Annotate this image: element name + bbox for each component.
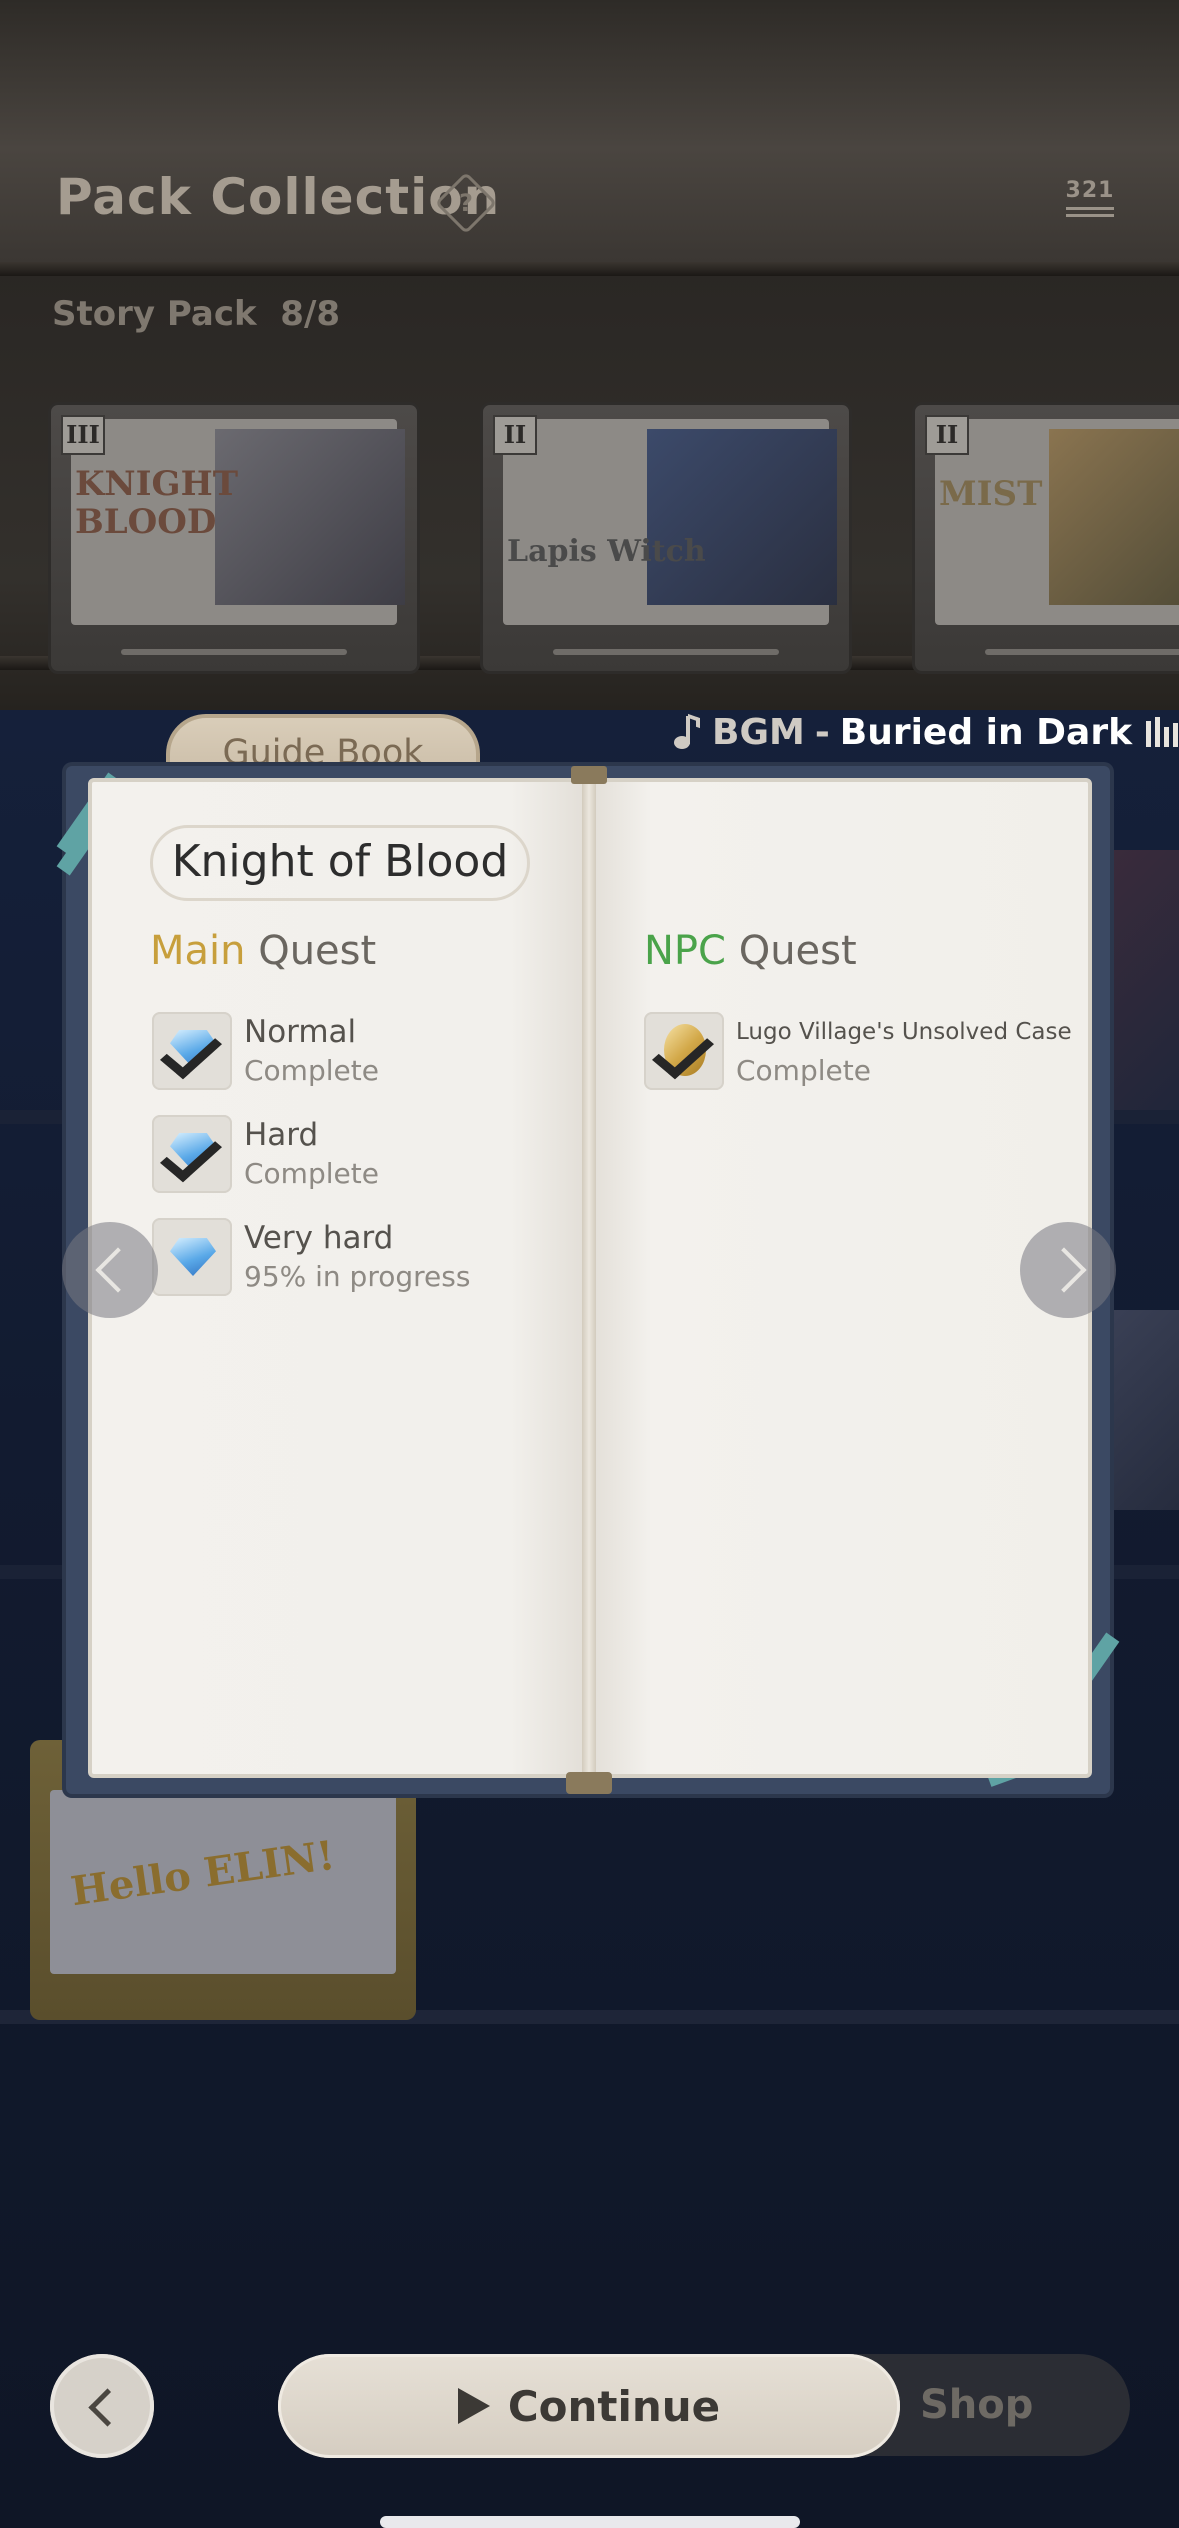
equalizer-icon xyxy=(1146,717,1179,747)
next-page-arrow-icon[interactable] xyxy=(1020,1222,1116,1318)
header-background xyxy=(0,0,1179,270)
story-pack-label: Story Pack 8/8 xyxy=(52,294,341,334)
story-pack-cartridge[interactable]: II MIST xyxy=(912,402,1179,674)
diamond-check-icon xyxy=(152,1115,232,1193)
npc-quest-item[interactable]: Lugo Village's Unsolved Case Complete xyxy=(644,1012,1072,1090)
sort-menu-icon[interactable]: 321 xyxy=(1064,178,1116,226)
cartridge-logo: KNIGHT BLOOD xyxy=(75,464,238,542)
main-quest-item[interactable]: Very hard 95% in progress xyxy=(152,1218,470,1296)
page-title: Pack Collection xyxy=(56,168,501,226)
story-pack-cartridge[interactable]: III KNIGHT BLOOD xyxy=(48,402,420,674)
story-pack-cartridge[interactable]: II Lapis Witch xyxy=(480,402,852,674)
cartridge-logo: MIST xyxy=(939,474,1043,514)
diamond-check-icon xyxy=(152,1012,232,1090)
book-title: Knight of Blood xyxy=(171,836,509,887)
music-note-icon xyxy=(674,712,704,752)
npc-quest-heading: NPC Quest xyxy=(644,928,857,974)
main-quest-item[interactable]: Normal Complete xyxy=(152,1012,379,1090)
book-spine xyxy=(582,770,596,1790)
previous-page-arrow-icon[interactable] xyxy=(62,1222,158,1318)
play-icon xyxy=(457,2388,490,2424)
book-bookmark xyxy=(566,1772,612,1794)
home-indicator[interactable] xyxy=(380,2516,800,2528)
bgm-indicator[interactable]: BGM - Buried in Dark xyxy=(674,707,1179,757)
diamond-icon xyxy=(152,1218,232,1296)
cartridge-logo: Lapis Witch xyxy=(507,534,706,569)
coin-check-icon xyxy=(644,1012,724,1090)
main-quest-heading: Main Quest xyxy=(150,928,377,974)
book-bookmark xyxy=(571,766,607,784)
back-button[interactable] xyxy=(50,2354,154,2458)
pack-cartridge-edge[interactable] xyxy=(1109,1310,1179,1510)
main-quest-item[interactable]: Hard Complete xyxy=(152,1115,379,1193)
bgm-track-name: Buried in Dark xyxy=(839,711,1133,753)
shelf-divider xyxy=(0,262,1179,276)
continue-button[interactable]: Continue xyxy=(278,2354,900,2458)
pack-cartridge-edge[interactable] xyxy=(1109,850,1179,1110)
